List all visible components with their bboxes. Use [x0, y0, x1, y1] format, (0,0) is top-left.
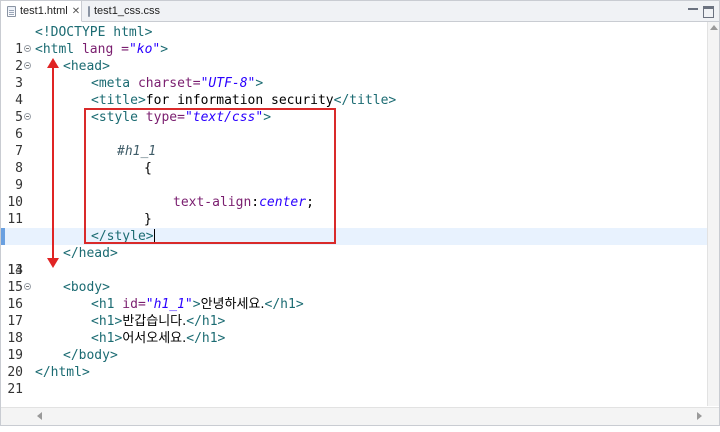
tag-token: </h1>	[186, 314, 226, 329]
tag-token: >	[160, 42, 169, 57]
tag-token: <html	[35, 42, 75, 57]
tag-token: <title>	[91, 93, 146, 108]
tag-token: <body>	[63, 280, 110, 295]
code-line-18: 18 <h1>반갑습니다.</h1>	[1, 313, 707, 346]
code-line-14: 14 </head>	[1, 245, 707, 278]
text-token: 어서오세요.	[122, 331, 187, 346]
code-line-16: 16 <body>	[1, 279, 707, 312]
doctype-token: <!DOCTYPE html>	[35, 25, 153, 40]
fold-collapse-icon[interactable]	[24, 62, 31, 69]
tab-bar: test1.html ✕ test1_css.css	[1, 1, 719, 22]
scroll-right-icon[interactable]	[697, 412, 702, 420]
maximize-icon[interactable]	[703, 6, 714, 18]
tag-token: </h1>	[264, 297, 304, 312]
tab-label: test1.html	[20, 5, 68, 17]
text-token: for information security	[145, 93, 334, 108]
code-line-15: 15	[1, 262, 707, 295]
tag-token: <head>	[63, 59, 110, 74]
value-token: "h1_1"	[145, 297, 193, 312]
arrow-down-icon	[47, 258, 59, 268]
tag-token: </html>	[35, 365, 90, 380]
code-line-4: 4 <meta charset="UTF-8">	[1, 75, 707, 108]
code-line-3: 3 <head>	[1, 58, 707, 91]
code-line-1: 1 <!DOCTYPE html>	[1, 24, 707, 57]
tag-token: </h1>	[186, 331, 226, 346]
editor-window: test1.html ✕ test1_css.css 1 <!DOCTYPE h…	[0, 0, 720, 426]
current-line-marker	[1, 228, 5, 245]
code-line-19: 19 <h1>어서오세요.</h1>	[1, 330, 707, 363]
code-line-2: 2 <html lang ="ko">	[1, 41, 707, 74]
tag-token: </body>	[63, 348, 118, 363]
head-span-arrow	[52, 65, 54, 260]
tag-token: >	[192, 297, 201, 312]
tag-token: <h1>	[91, 314, 123, 329]
text-token: 안녕하세요.	[200, 297, 265, 312]
close-tab-icon[interactable]: ✕	[72, 6, 80, 17]
code-line-5: 5 <title>for information security</title…	[1, 92, 707, 125]
fold-collapse-icon[interactable]	[24, 113, 31, 120]
tag-token: </head>	[63, 246, 118, 261]
tag-token: <meta	[91, 76, 131, 91]
scroll-up-icon[interactable]	[710, 25, 718, 30]
minimize-icon[interactable]	[687, 5, 699, 15]
code-line-21: 21 </html>	[1, 364, 707, 397]
style-block-highlight-box	[84, 108, 336, 244]
value-token: "UTF-8"	[200, 76, 256, 91]
code-line-17: 17 <h1 id="h1_1">안녕하세요.</h1>	[1, 296, 707, 329]
html-file-icon	[7, 5, 16, 17]
tag-token: <h1>	[91, 331, 123, 346]
tag-token: </title>	[333, 93, 397, 108]
code-line-20: 20 </body>	[1, 347, 707, 380]
tab-test1-html[interactable]: test1.html ✕	[1, 1, 82, 22]
fold-collapse-icon[interactable]	[24, 283, 31, 290]
tag-token: <h1	[91, 297, 115, 312]
value-token: "ko"	[128, 42, 161, 57]
tab-test1-css[interactable]: test1_css.css	[82, 1, 160, 21]
text-token: 반갑습니다.	[122, 314, 187, 329]
scroll-left-icon[interactable]	[37, 412, 42, 420]
tag-token: >	[255, 76, 264, 91]
fold-collapse-icon[interactable]	[24, 45, 31, 52]
horizontal-scrollbar[interactable]	[1, 407, 719, 425]
css-file-icon	[88, 5, 90, 17]
attr-token: id=	[114, 297, 146, 312]
line-number: 21	[7, 382, 23, 397]
tab-label: test1_css.css	[94, 5, 161, 17]
attr-token: charset=	[130, 76, 201, 91]
vertical-scrollbar[interactable]	[707, 22, 719, 406]
attr-token: lang =	[74, 42, 129, 57]
